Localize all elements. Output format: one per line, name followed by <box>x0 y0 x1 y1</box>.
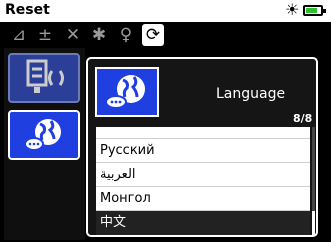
tools-icon[interactable]: ✕ <box>62 25 84 45</box>
user-icon[interactable]: ♀ <box>115 25 137 45</box>
list-item-selected[interactable]: 中文 <box>96 211 310 235</box>
battery-level <box>306 8 317 13</box>
page-title: Reset <box>5 2 50 18</box>
list-item[interactable]: Русский <box>96 139 310 163</box>
reset-settings-tile[interactable] <box>8 53 80 103</box>
gear-icon[interactable]: ✱ <box>88 25 110 45</box>
language-icon <box>95 67 159 117</box>
scrollbar-thumb[interactable] <box>312 211 315 235</box>
dialog-title: Language <box>216 86 286 102</box>
language-list[interactable]: Русский العربية Монгол 中文 <box>96 127 310 235</box>
top-bar: Reset ☀ <box>0 0 331 22</box>
language-icon <box>24 119 61 151</box>
reset-icon <box>26 59 64 93</box>
settings-menu <box>4 48 85 240</box>
language-dialog: Language 8/8 Русский العربية Монгол 中文 <box>86 57 318 237</box>
scrollbar[interactable] <box>312 127 315 235</box>
sync-icon[interactable]: ⟳ <box>142 24 164 46</box>
brightness-icon[interactable]: ☀ <box>285 1 299 19</box>
list-item[interactable] <box>96 127 310 139</box>
balance-icon[interactable]: ⊿ <box>8 25 30 45</box>
language-tile[interactable] <box>8 110 80 160</box>
list-item[interactable]: العربية <box>96 163 310 187</box>
tab-bar: ⊿ ± ✕ ✱ ♀ ⟳ <box>0 22 331 48</box>
sliders-icon[interactable]: ± <box>34 25 56 45</box>
item-counter: 8/8 <box>293 112 313 125</box>
list-item[interactable]: Монгол <box>96 187 310 211</box>
battery-icon <box>303 5 326 16</box>
